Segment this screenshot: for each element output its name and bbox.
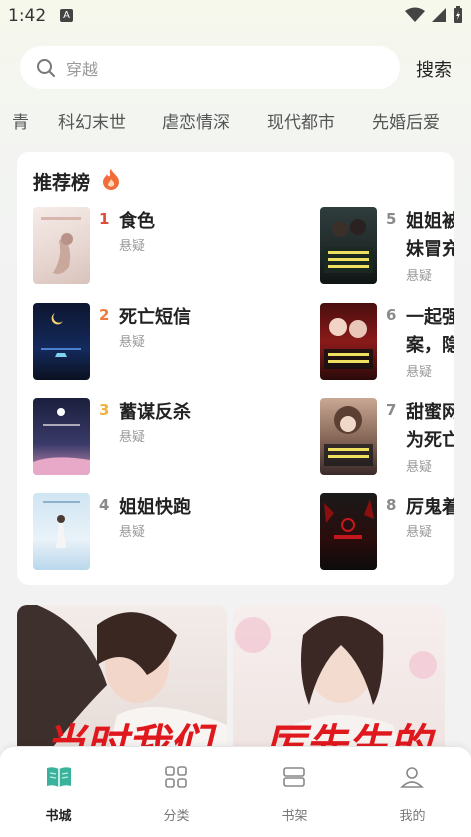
category-tab[interactable]: 先婚后爱 — [372, 108, 440, 133]
book-genre: 悬疑 — [406, 460, 433, 475]
banner-right[interactable]: 厉先生的 — [233, 605, 445, 755]
nav-profile[interactable]: 我的 — [354, 747, 471, 837]
nav-label: 分类 — [163, 809, 190, 824]
book-open-icon — [47, 767, 71, 787]
book-genre: 悬疑 — [119, 239, 146, 254]
fire-icon — [103, 169, 119, 190]
rank-item[interactable]: 1 食色 悬疑 — [33, 207, 233, 285]
book-title-line1: 姐姐被 — [406, 211, 454, 232]
rank-item[interactable]: 2 死亡短信 悬疑 — [33, 303, 233, 381]
nav-label: 我的 — [399, 809, 426, 824]
rank-number: 7 — [386, 401, 397, 419]
rank-number: 2 — [99, 306, 110, 324]
book-title-line2: 妹冒充 — [406, 239, 454, 260]
nav-label: 书城 — [45, 809, 72, 824]
status-bar: 1:42 A — [0, 0, 471, 34]
category-tab[interactable]: 虐恋情深 — [162, 108, 230, 133]
rank-item[interactable]: 8 厉鬼着 悬疑 — [320, 493, 454, 571]
search-icon — [37, 58, 55, 77]
rank-number: 5 — [386, 210, 397, 228]
category-tab[interactable]: 现代都市 — [267, 108, 335, 133]
status-time: 1:42 — [8, 6, 47, 26]
book-title-line1: 甜蜜网 — [406, 402, 454, 423]
book-cover — [320, 398, 377, 475]
nav-bookshelf[interactable]: 书架 — [236, 747, 353, 837]
grid-icon — [165, 766, 187, 788]
rank-item[interactable]: 7 甜蜜网 为死亡 悬疑 — [320, 398, 454, 478]
book-cover — [33, 398, 90, 475]
book-cover — [33, 303, 90, 380]
ranking-card: 推荐榜 1 食色 悬疑 2 死亡短信 悬疑 3 蓄谋反杀 悬疑 4 姐姐快跑 悬… — [17, 152, 454, 585]
wifi-icon — [405, 7, 425, 22]
book-genre: 悬疑 — [119, 525, 146, 540]
book-genre: 悬疑 — [119, 335, 146, 350]
status-icons — [405, 6, 463, 24]
rank-item[interactable]: 6 一起强 案，隐 悬疑 — [320, 303, 454, 383]
bottom-nav: 书城 分类 书架 我的 — [0, 746, 471, 837]
signal-icon — [432, 8, 446, 22]
category-tab[interactable]: 青 — [12, 108, 29, 133]
rank-item[interactable]: 3 蓄谋反杀 悬疑 — [33, 398, 233, 476]
book-genre: 悬疑 — [406, 525, 433, 540]
search-button[interactable]: 搜索 — [416, 56, 452, 82]
category-tab[interactable]: 科幻末世 — [58, 108, 126, 133]
book-title-line2: 案，隐 — [406, 335, 454, 356]
category-tabs: 青 科幻末世 虐恋情深 现代都市 先婚后爱 — [0, 106, 471, 138]
battery-icon — [454, 6, 462, 23]
book-title: 食色 — [119, 211, 155, 232]
book-genre: 悬疑 — [119, 430, 146, 445]
book-title: 姐姐快跑 — [119, 497, 191, 518]
search-input[interactable]: 穿越 — [20, 46, 400, 89]
nav-label: 书架 — [281, 809, 308, 824]
nav-bookstore[interactable]: 书城 — [0, 747, 117, 837]
rank-item[interactable]: 5 姐姐被 妹冒充 悬疑 — [320, 207, 454, 287]
rank-item[interactable]: 4 姐姐快跑 悬疑 — [33, 493, 233, 571]
book-title-line2: 为死亡 — [406, 430, 454, 451]
ranking-title: 推荐榜 — [33, 172, 91, 194]
book-genre: 悬疑 — [406, 365, 433, 380]
book-title-line1: 一起强 — [406, 307, 454, 328]
book-cover — [33, 493, 90, 570]
book-title: 蓄谋反杀 — [119, 402, 191, 423]
rank-number: 1 — [99, 210, 110, 228]
book-title: 厉鬼着 — [406, 497, 454, 518]
search-placeholder: 穿越 — [66, 59, 99, 79]
rank-number: 3 — [99, 401, 110, 419]
book-cover — [320, 303, 377, 380]
bookshelf-icon — [283, 767, 305, 787]
notification-badge: A — [60, 9, 73, 22]
nav-category[interactable]: 分类 — [118, 747, 235, 837]
book-cover — [320, 207, 377, 284]
book-cover — [33, 207, 90, 284]
book-cover — [320, 493, 377, 570]
book-genre: 悬疑 — [406, 269, 433, 284]
rank-number: 6 — [386, 306, 397, 324]
rank-number: 8 — [386, 496, 397, 514]
book-title: 死亡短信 — [119, 307, 191, 328]
banner-left[interactable]: 当时我们 — [17, 605, 227, 755]
person-icon — [400, 767, 424, 788]
rank-number: 4 — [99, 496, 110, 514]
